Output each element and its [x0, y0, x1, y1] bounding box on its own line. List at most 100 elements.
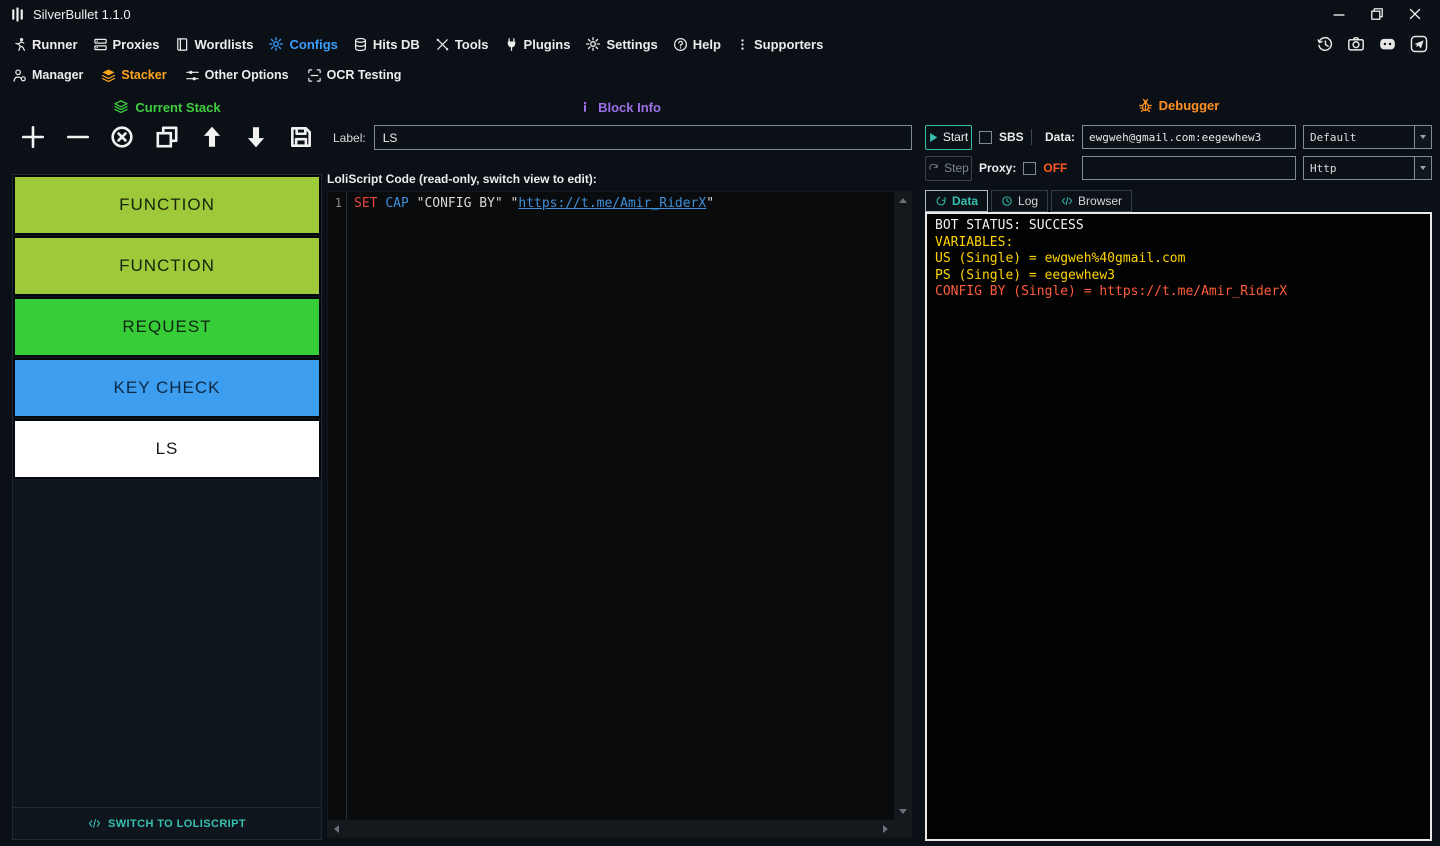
scroll-right-arrow[interactable]: [883, 824, 888, 833]
output-line-variables: VARIABLES:: [935, 234, 1014, 250]
remove-block-button[interactable]: [65, 124, 91, 150]
tab-log[interactable]: Log: [991, 190, 1049, 212]
menu-label: Supporters: [753, 36, 824, 52]
code-brackets-icon: [88, 817, 101, 830]
menu-help[interactable]: Help: [673, 37, 721, 52]
menu-settings[interactable]: Settings: [585, 36, 658, 52]
menu-label: Wordlists: [194, 36, 254, 52]
dropdown-button[interactable]: [1414, 157, 1431, 179]
stack-block-function-2[interactable]: FUNCTION: [13, 236, 321, 296]
move-up-button[interactable]: [199, 124, 225, 150]
loliscript-code-editor[interactable]: 1 SET CAP "CONFIG BY" "https://t.me/Amir…: [327, 191, 912, 838]
menu-hits-db[interactable]: Hits DB: [353, 37, 420, 52]
proxies-icon: [93, 37, 108, 52]
app-window: { "window": { "title": "SilverBullet 1.1…: [0, 0, 1440, 846]
menu-configs[interactable]: Configs: [268, 36, 338, 52]
telegram-icon[interactable]: [1410, 35, 1428, 53]
step-button[interactable]: Step: [925, 155, 972, 181]
menu-wordlists[interactable]: Wordlists: [174, 37, 253, 52]
stack-block-keycheck[interactable]: KEY CHECK: [13, 358, 321, 418]
configs-icon: [268, 36, 284, 52]
data-label: Data:: [1044, 130, 1075, 144]
submenu-ocr-testing[interactable]: OCR Testing: [307, 68, 401, 83]
block-label: FUNCTION: [119, 195, 215, 214]
window-title: SilverBullet 1.1.0: [33, 6, 131, 22]
menu-tools[interactable]: Tools: [435, 37, 489, 52]
menu-proxies[interactable]: Proxies: [93, 37, 159, 52]
stack-block-function-1[interactable]: FUNCTION: [13, 175, 321, 235]
line-number-gutter: 1: [328, 192, 347, 820]
menu-label: Help: [692, 36, 721, 52]
dropdown-button[interactable]: [1414, 126, 1431, 148]
main-content: Current Stack FUNCTION FUNCTION REQUEST …: [0, 92, 1440, 846]
horizontal-scrollbar[interactable]: [328, 820, 894, 837]
proxy-input[interactable]: [1082, 156, 1296, 180]
minimize-button[interactable]: [1324, 3, 1354, 25]
submenu-label: Other Options: [204, 68, 289, 82]
switch-button-label: SWITCH TO LOLISCRIPT: [108, 817, 246, 830]
maximize-button[interactable]: [1362, 3, 1392, 25]
menu-runner[interactable]: Runner: [12, 37, 78, 52]
scroll-left-arrow[interactable]: [334, 824, 339, 833]
stacker-layers-icon: [101, 68, 116, 83]
screenshot-camera-icon[interactable]: [1347, 35, 1365, 53]
history-icon[interactable]: [1316, 35, 1334, 53]
proxy-type-dropdown[interactable]: Http: [1303, 156, 1432, 180]
vertical-scrollbar[interactable]: [894, 192, 911, 820]
code-token-set: SET: [354, 196, 386, 211]
menu-supporters[interactable]: Supporters: [736, 37, 823, 52]
sbs-checkbox[interactable]: [979, 130, 992, 144]
start-button[interactable]: Start: [925, 124, 972, 150]
controls-divider: [1030, 129, 1032, 145]
proxy-checkbox[interactable]: [1023, 161, 1037, 175]
stack-layers-icon: [113, 99, 129, 115]
tab-data[interactable]: Data: [925, 190, 989, 212]
submenu-stacker[interactable]: Stacker: [101, 68, 167, 83]
chevron-down-icon: [1420, 135, 1426, 139]
output-line-us: US (Single) = ewgweh%40gmail.com: [935, 251, 1186, 266]
scroll-down-arrow[interactable]: [898, 809, 907, 814]
wordlist-type-dropdown[interactable]: Default: [1303, 125, 1432, 149]
block-label-input[interactable]: [373, 125, 912, 150]
stack-block-request[interactable]: REQUEST: [13, 297, 321, 357]
move-down-button[interactable]: [243, 124, 269, 150]
menu-plugins[interactable]: Plugins: [504, 37, 570, 52]
switch-to-loliscript-button[interactable]: SWITCH TO LOLISCRIPT: [13, 807, 321, 839]
chevron-down-icon: [1420, 166, 1426, 170]
stack-list-container: FUNCTION FUNCTION REQUEST KEY CHECK LS S…: [12, 174, 322, 840]
submenu-other-options[interactable]: Other Options: [185, 68, 289, 83]
debugger-output-console: BOT STATUS: SUCCESS VARIABLES: US (Singl…: [925, 212, 1432, 841]
clone-block-button[interactable]: [154, 124, 180, 150]
supporters-icon: [736, 37, 749, 52]
stack-panel: Current Stack FUNCTION FUNCTION REQUEST …: [12, 96, 322, 840]
save-stack-button[interactable]: [288, 124, 314, 150]
debugger-row-start: Start SBS Data: Default: [925, 124, 1432, 150]
code-token-string: "CONFIG BY": [416, 196, 511, 211]
scroll-up-arrow[interactable]: [898, 198, 907, 203]
hits-db-icon: [353, 37, 368, 52]
discord-icon[interactable]: [1378, 35, 1397, 53]
info-icon: [578, 100, 592, 114]
wordlist-type-value: Default: [1310, 130, 1357, 144]
block-label: REQUEST: [122, 317, 212, 336]
block-info-header: Block Info: [327, 96, 912, 118]
stack-block-ls-selected[interactable]: LS: [13, 419, 321, 479]
configs-submenu: Manager Stacker Other Options OCR Testin…: [0, 60, 1440, 90]
close-button[interactable]: [1400, 3, 1430, 25]
help-icon: [673, 37, 688, 52]
debugger-title: Debugger: [1158, 97, 1220, 113]
debug-data-input[interactable]: [1082, 125, 1296, 149]
plugins-icon: [504, 37, 519, 52]
add-block-button[interactable]: [20, 124, 46, 150]
stack-toolbar: [12, 118, 322, 154]
submenu-manager[interactable]: Manager: [12, 68, 83, 83]
manager-icon: [12, 68, 27, 83]
block-info-title: Block Info: [598, 99, 661, 115]
proxy-type-value: Http: [1310, 161, 1337, 175]
tab-browser[interactable]: Browser: [1051, 190, 1133, 212]
clear-stack-button[interactable]: [109, 124, 135, 150]
code-token-quote-close: ": [706, 196, 715, 211]
label-caption: Label:: [333, 130, 366, 145]
code-token-url-link[interactable]: https://t.me/Amir_RiderX: [518, 196, 706, 211]
app-logo-icon: [10, 6, 25, 22]
